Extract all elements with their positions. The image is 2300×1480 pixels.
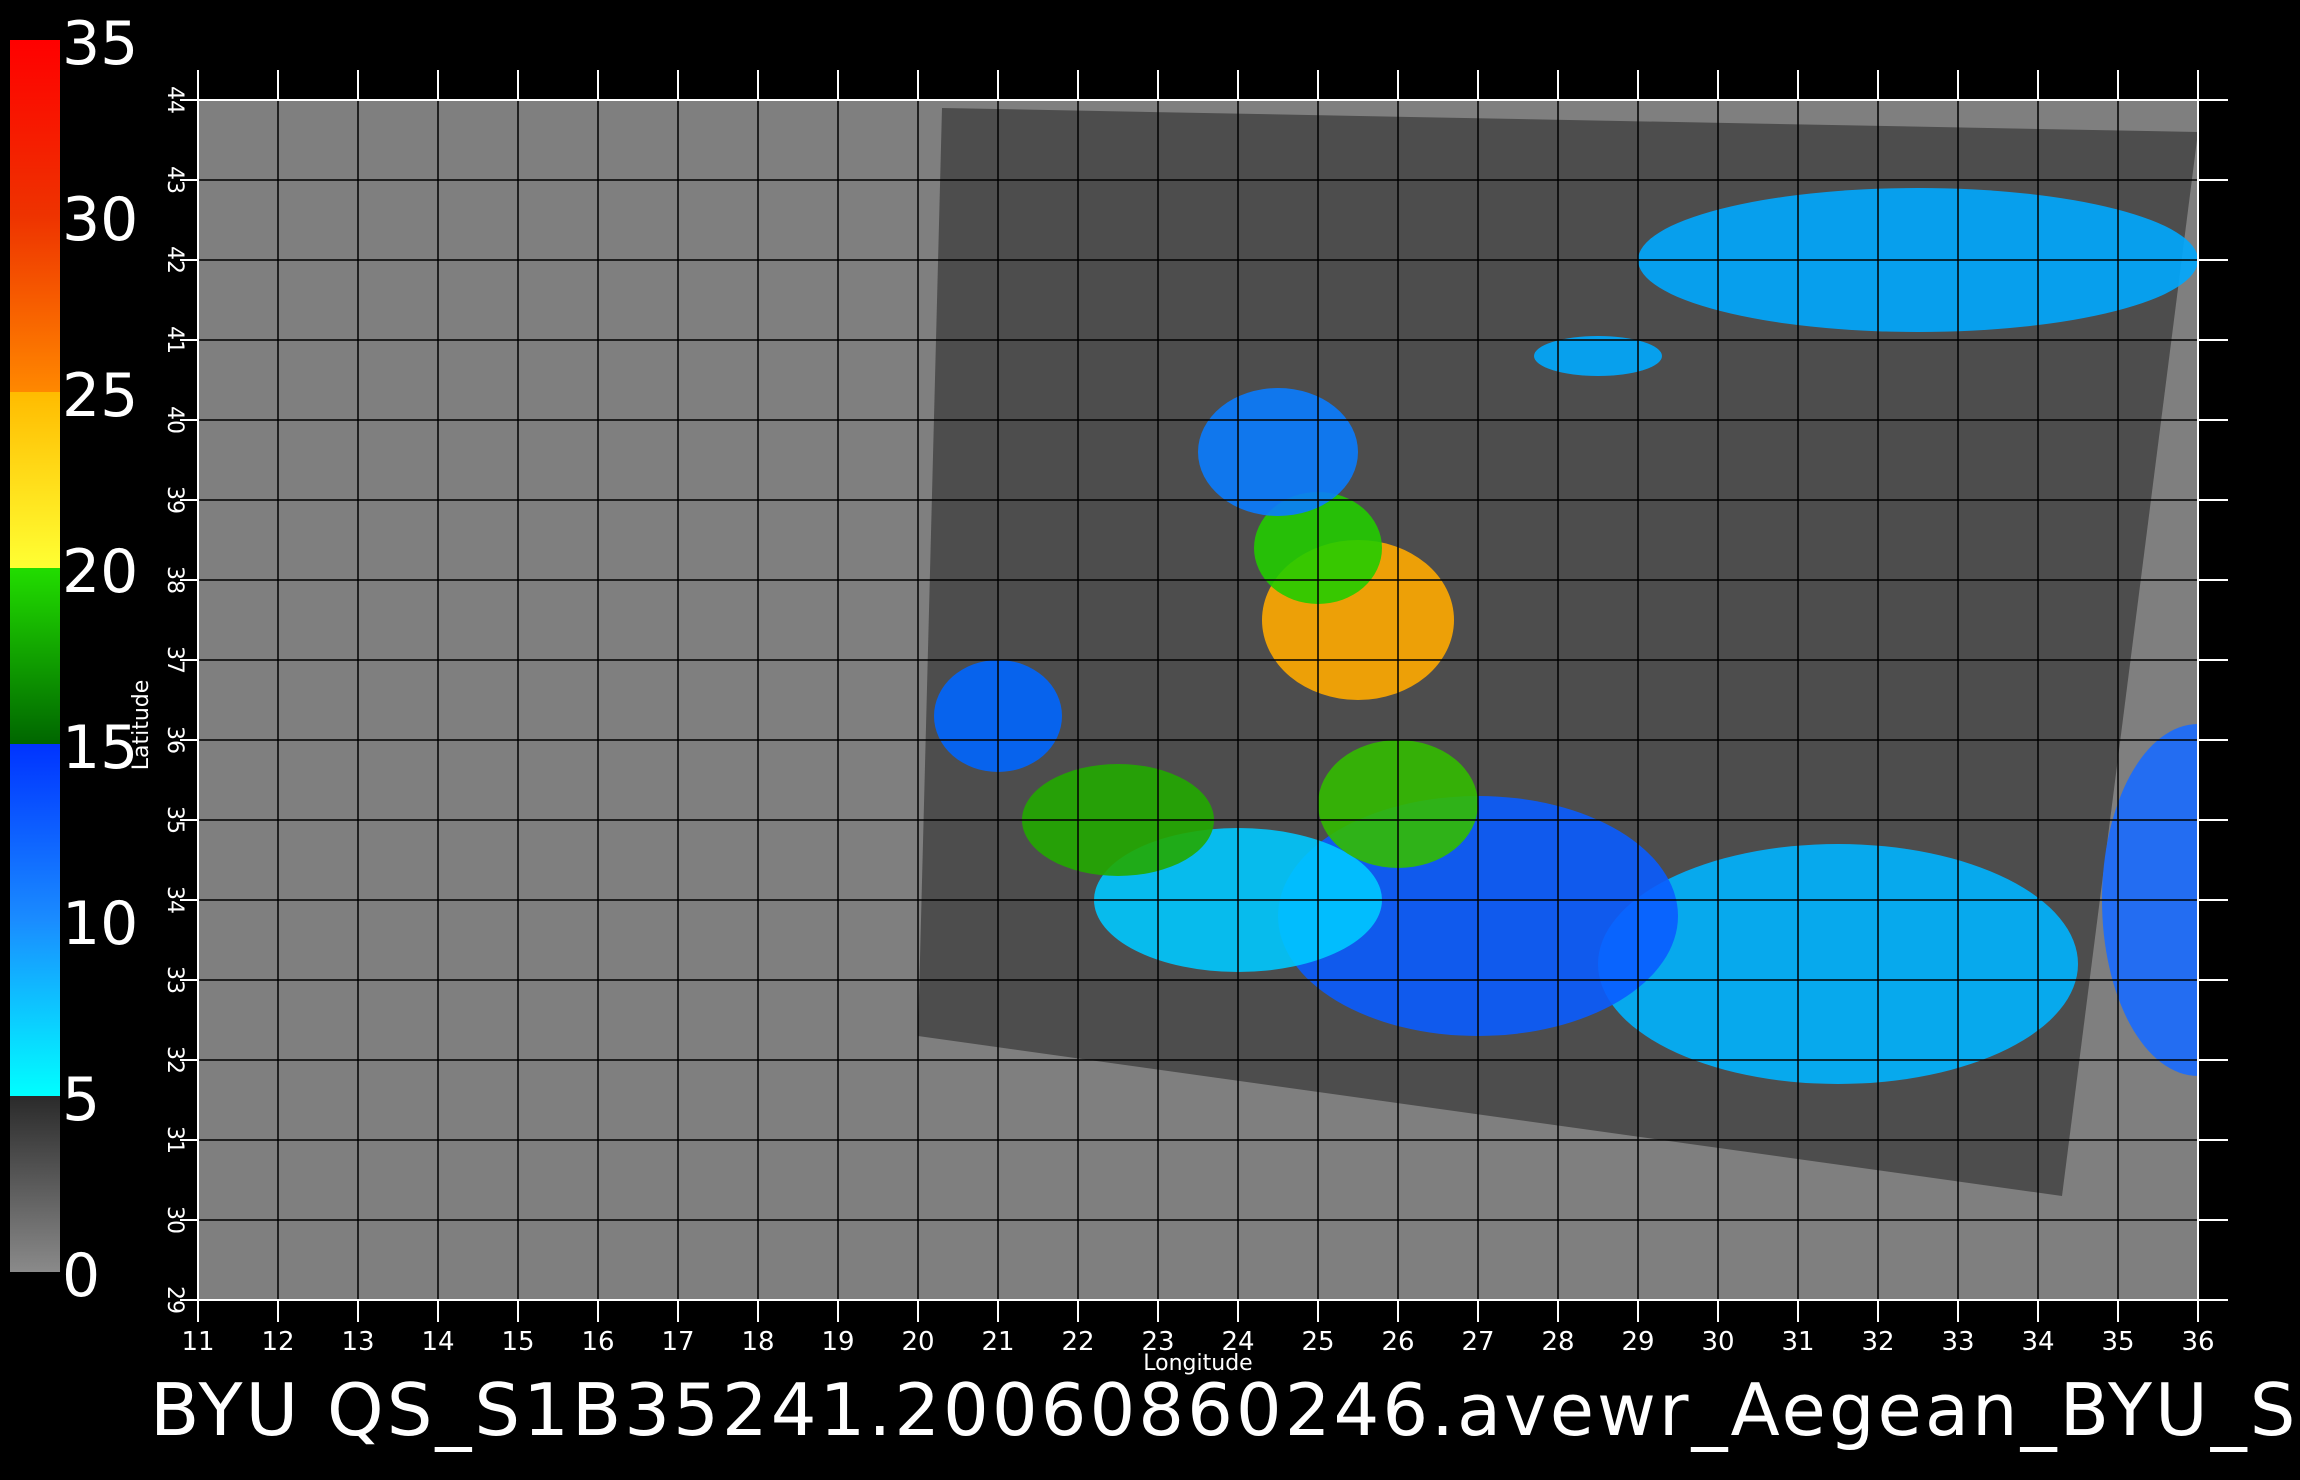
y-tick-label: 34 <box>162 886 187 914</box>
x-tick-label: 16 <box>581 1327 614 1357</box>
x-tick-label: 14 <box>421 1327 454 1357</box>
y-tick-label: 33 <box>162 966 187 994</box>
y-tick-label: 31 <box>162 1126 187 1154</box>
x-tick-label: 26 <box>1381 1327 1414 1357</box>
wind-region <box>1598 844 2078 1084</box>
colorbar-tick-label: 25 <box>62 361 138 431</box>
y-tick-label: 40 <box>162 406 187 434</box>
x-tick-label: 35 <box>2101 1327 2134 1357</box>
colorbar-ticks: 0 5 10 15 20 25 30 35 <box>62 9 138 1311</box>
colorbar-tick-label: 5 <box>62 1065 100 1135</box>
x-tick-label: 19 <box>821 1327 854 1357</box>
x-tick-label: 36 <box>2181 1327 2214 1357</box>
y-tick-label: 39 <box>162 486 187 514</box>
colorbar <box>10 40 60 1272</box>
wind-region <box>1198 388 1358 516</box>
y-tick-label: 42 <box>162 246 187 274</box>
x-tick-label: 11 <box>181 1327 214 1357</box>
x-tick-label: 27 <box>1461 1327 1494 1357</box>
y-tick-label: 32 <box>162 1046 187 1074</box>
y-axis-label: Latitude <box>129 680 154 771</box>
colorbar-tick-label: 15 <box>62 713 138 783</box>
y-tick-label: 43 <box>162 166 187 194</box>
x-tick-label: 30 <box>1701 1327 1734 1357</box>
wind-region <box>1534 336 1662 376</box>
y-tick-label: 36 <box>162 726 187 754</box>
x-tick-label: 34 <box>2021 1327 2054 1357</box>
y-tick-label: 29 <box>162 1286 187 1314</box>
x-tick-label: 28 <box>1541 1327 1574 1357</box>
x-tick-label: 33 <box>1941 1327 1974 1357</box>
x-tick-label: 32 <box>1861 1327 1894 1357</box>
x-tick-label: 17 <box>661 1327 694 1357</box>
x-tick-label: 21 <box>981 1327 1014 1357</box>
x-tick-label: 18 <box>741 1327 774 1357</box>
x-tick-label: 31 <box>1781 1327 1814 1357</box>
x-tick-label: 15 <box>501 1327 534 1357</box>
colorbar-tick-label: 35 <box>62 9 138 79</box>
colorbar-tick-label: 30 <box>62 185 138 255</box>
y-tick-label: 30 <box>162 1206 187 1234</box>
x-tick-label: 12 <box>261 1327 294 1357</box>
y-tick-label: 41 <box>162 326 187 354</box>
y-tick-label: 44 <box>162 86 187 114</box>
colorbar-tick-label: 10 <box>62 889 138 959</box>
y-tick-label: 37 <box>162 646 187 674</box>
x-tick-label: 22 <box>1061 1327 1094 1357</box>
x-tick-label: 29 <box>1621 1327 1654 1357</box>
x-tick-label: 20 <box>901 1327 934 1357</box>
x-tick-label: 13 <box>341 1327 374 1357</box>
y-tick-label: 38 <box>162 566 187 594</box>
wind-speed-chart: 0 5 10 15 20 25 30 35 11 12 13 14 15 16 17 18 19 20 21 22 2… <box>10 9 2228 1376</box>
chart-title: BYU QS_S1B35241.20060860246.avewr_Aegean… <box>150 1368 2300 1452</box>
x-tick-label: 25 <box>1301 1327 1334 1357</box>
colorbar-tick-label: 20 <box>62 537 138 607</box>
y-tick-label: 35 <box>162 806 187 834</box>
colorbar-tick-label: 0 <box>62 1241 100 1311</box>
